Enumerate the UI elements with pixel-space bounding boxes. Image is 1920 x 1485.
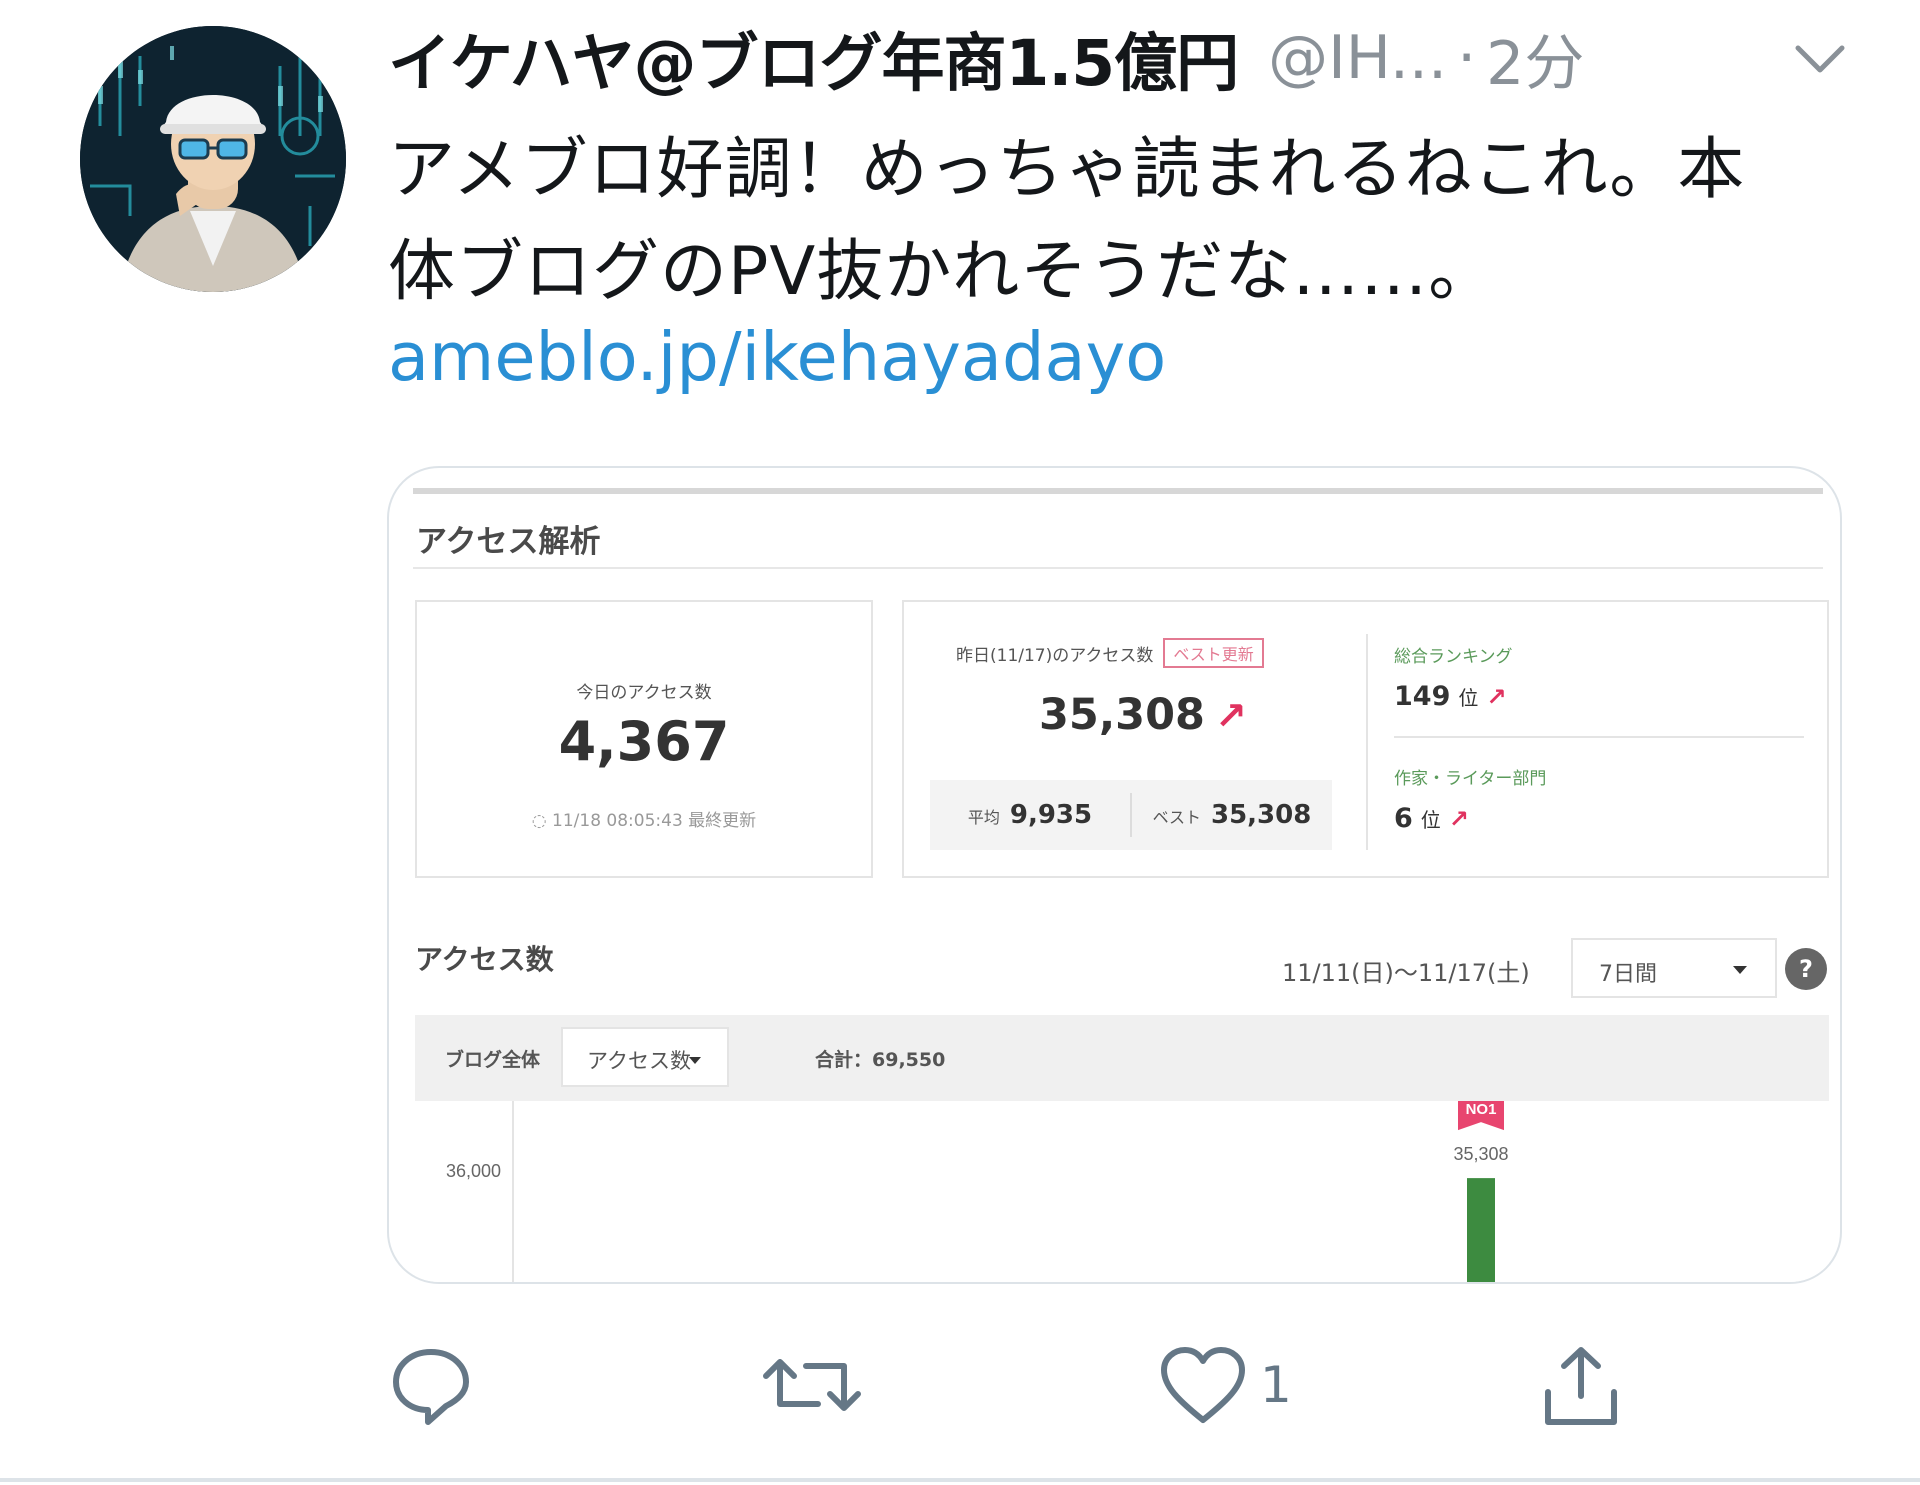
tweet-link[interactable]: ameblo.jp/ikehayadayo [388,318,1166,396]
trend-up-icon: ↗ [1486,683,1507,711]
reply-icon [393,1349,469,1425]
divider [413,567,1823,569]
like-count: 1 [1260,1356,1292,1414]
best-label: ベスト [1152,808,1201,827]
metric-select[interactable]: アクセス数 [561,1027,729,1087]
period-select[interactable]: 7日間 [1571,938,1777,998]
tweet-text-line: 体ブログのPV抜かれそうだな……。 [388,232,1497,310]
average-stat: 平均 9,935 [930,800,1130,830]
caret-down-icon [689,1057,701,1064]
rank-unit: 位 [1458,686,1479,710]
trend-up-icon: ↗ [1214,694,1247,738]
display-name[interactable]: イケハヤ@ブログ年商1.5億円 [388,13,1239,104]
chevron-down-icon[interactable] [1794,40,1846,76]
divider [1366,634,1368,850]
divider [413,488,1823,494]
today-access-label: 今日のアクセス数 [576,683,712,703]
rank-unit: 位 [1420,808,1441,832]
overall-ranking-value: 149 位 ↗ [1394,681,1804,712]
tweet-text-line: アメブロ好調！めっちゃ読まれるねこれ。本 [388,130,1746,208]
tweet: イケハヤ@ブログ年商1.5億円 @IH... · 2分 アメブロ好調！めっちゃ読… [0,0,1920,1485]
scope-label: ブログ全体 [445,1049,541,1071]
total-count: 合計：69,550 [815,1049,946,1071]
yesterday-access-label: 昨日(11/17)のアクセス数 [956,645,1154,666]
yesterday-access-number: 35,308 [1039,690,1205,740]
divider [0,1478,1920,1482]
best-record-badge: ベスト更新 [1163,638,1264,668]
category-rank-number: 6 [1394,803,1413,834]
average-value: 9,935 [1009,800,1093,830]
yesterday-access-panel: 昨日(11/17)のアクセス数 ベスト更新 35,308 ↗ 平均 9,935 ベス… [902,600,1829,878]
yesterday-label-row: 昨日(11/17)のアクセス数 ベスト更新 [956,638,1264,668]
today-access-panel: 今日のアクセス数 4,367 ◌ 11/18 08:05:43 最終更新 [415,600,873,878]
best-value: 35,308 [1210,800,1312,830]
category-ranking-label: 作家・ライター部門 [1394,769,1547,789]
caret-down-icon [1733,966,1747,974]
trend-up-icon: ↗ [1448,805,1469,833]
date-range: 11/11(日)〜11/17(土) [1282,959,1530,987]
share-icon [1545,1347,1617,1425]
overall-ranking-label: 総合ランキング [1394,647,1513,667]
access-count-title: アクセス数 [415,943,554,976]
separator-dot: · [1457,23,1477,93]
no1-badge-label: NO1 [1466,1101,1497,1118]
retweet-icon [763,1359,861,1411]
average-best-strip: 平均 9,935 ベスト 35,308 [930,780,1332,850]
user-handle[interactable]: @IH... [1268,23,1447,93]
avatar[interactable] [80,26,346,292]
y-tick-label: 36,000 [446,1161,501,1181]
heart-icon [1161,1347,1245,1423]
reply-button[interactable] [388,1335,474,1435]
period-select-value: 7日間 [1599,962,1657,987]
media-card[interactable]: アクセス解析 今日のアクセス数 4,367 ◌ 11/18 08:05:43 最… [387,466,1842,1284]
retweet-button[interactable] [760,1335,864,1435]
action-bar: 1 [388,1335,1678,1445]
access-chart: 36,000 NO1 35,308 [415,1101,1829,1282]
tweet-text: アメブロ好調！めっちゃ読まれるねこれ。本 体ブログのPV抜かれそうだな……。 [388,118,1858,322]
today-access-value: 4,367 [558,710,730,773]
help-icon[interactable]: ? [1785,948,1827,990]
best-stat: ベスト 35,308 [1132,800,1332,830]
overall-rank-number: 149 [1394,681,1451,712]
access-bar-chart: 36,000 NO1 35,308 [446,1101,1509,1282]
divider [1394,736,1804,738]
metric-select-value: アクセス数 [587,1049,691,1073]
like-button[interactable]: 1 [1158,1335,1292,1435]
last-updated: ◌ 11/18 08:05:43 最終更新 [531,811,757,831]
tweet-timestamp[interactable]: 2分 [1486,15,1584,102]
analytics-title: アクセス解析 [416,524,601,560]
category-ranking-value: 6 位 ↗ [1394,803,1804,834]
bar-2018-11-17 [1467,1178,1495,1282]
tweet-header: イケハヤ@ブログ年商1.5億円 @IH... · 2分 [388,18,1858,100]
bar-value-label: 35,308 [1453,1144,1508,1164]
share-button[interactable] [1538,1335,1624,1435]
chart-toolbar: ブログ全体 アクセス数 合計：69,550 [415,1015,1829,1101]
average-label: 平均 [967,808,1000,827]
yesterday-access-value: 35,308 ↗ [1039,690,1247,740]
ranking-section: 総合ランキング 149 位 ↗ 作家・ライター部門 6 位 ↗ [1394,642,1804,834]
no1-badge: NO1 [1458,1101,1504,1131]
